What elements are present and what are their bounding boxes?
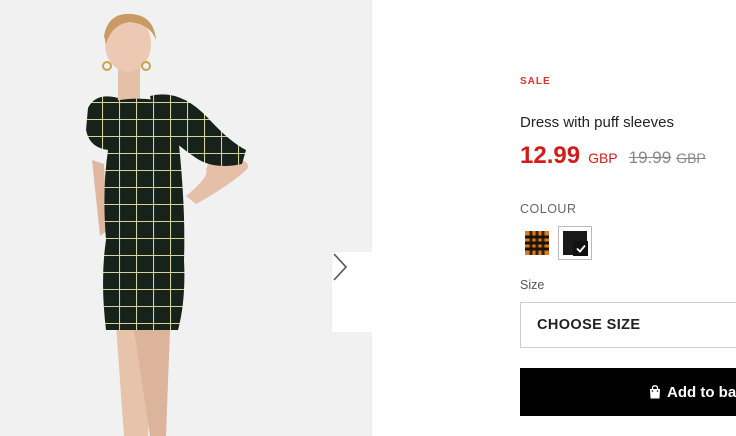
selected-check-badge — [573, 241, 588, 256]
size-select-dropdown[interactable]: CHOOSE SIZE — [520, 302, 736, 348]
colour-swatch-black[interactable] — [558, 226, 592, 260]
product-title: Dress with puff sleeves — [520, 114, 674, 131]
gallery-next-button[interactable] — [332, 252, 372, 332]
shopping-bag-icon — [650, 385, 660, 399]
product-info-panel: SALE Dress with puff sleeves 12.99 GBP 1… — [520, 0, 736, 436]
current-price: 12.99 — [520, 142, 581, 169]
current-price-currency: GBP — [588, 150, 618, 166]
product-image — [0, 0, 372, 436]
colour-label: COLOUR — [520, 202, 577, 216]
size-label: Size — [520, 278, 545, 292]
price-row: 12.99 GBP 19.99 GBP — [520, 142, 706, 170]
orange-check-pattern-icon — [525, 231, 549, 255]
sale-badge: SALE — [520, 76, 551, 87]
product-page: SALE Dress with puff sleeves 12.99 GBP 1… — [0, 0, 736, 436]
black-check-pattern-icon — [563, 231, 588, 256]
add-to-bag-label: Add to ba — [667, 383, 736, 401]
chevron-right-icon — [333, 253, 348, 281]
colour-swatch-orange[interactable] — [520, 226, 554, 260]
size-select-placeholder: CHOOSE SIZE — [537, 317, 641, 333]
original-price-currency: GBP — [676, 150, 706, 166]
add-to-bag-button[interactable]: Add to ba — [520, 368, 736, 416]
original-price: 19.99 — [628, 148, 672, 167]
checkmark-icon — [575, 244, 586, 253]
